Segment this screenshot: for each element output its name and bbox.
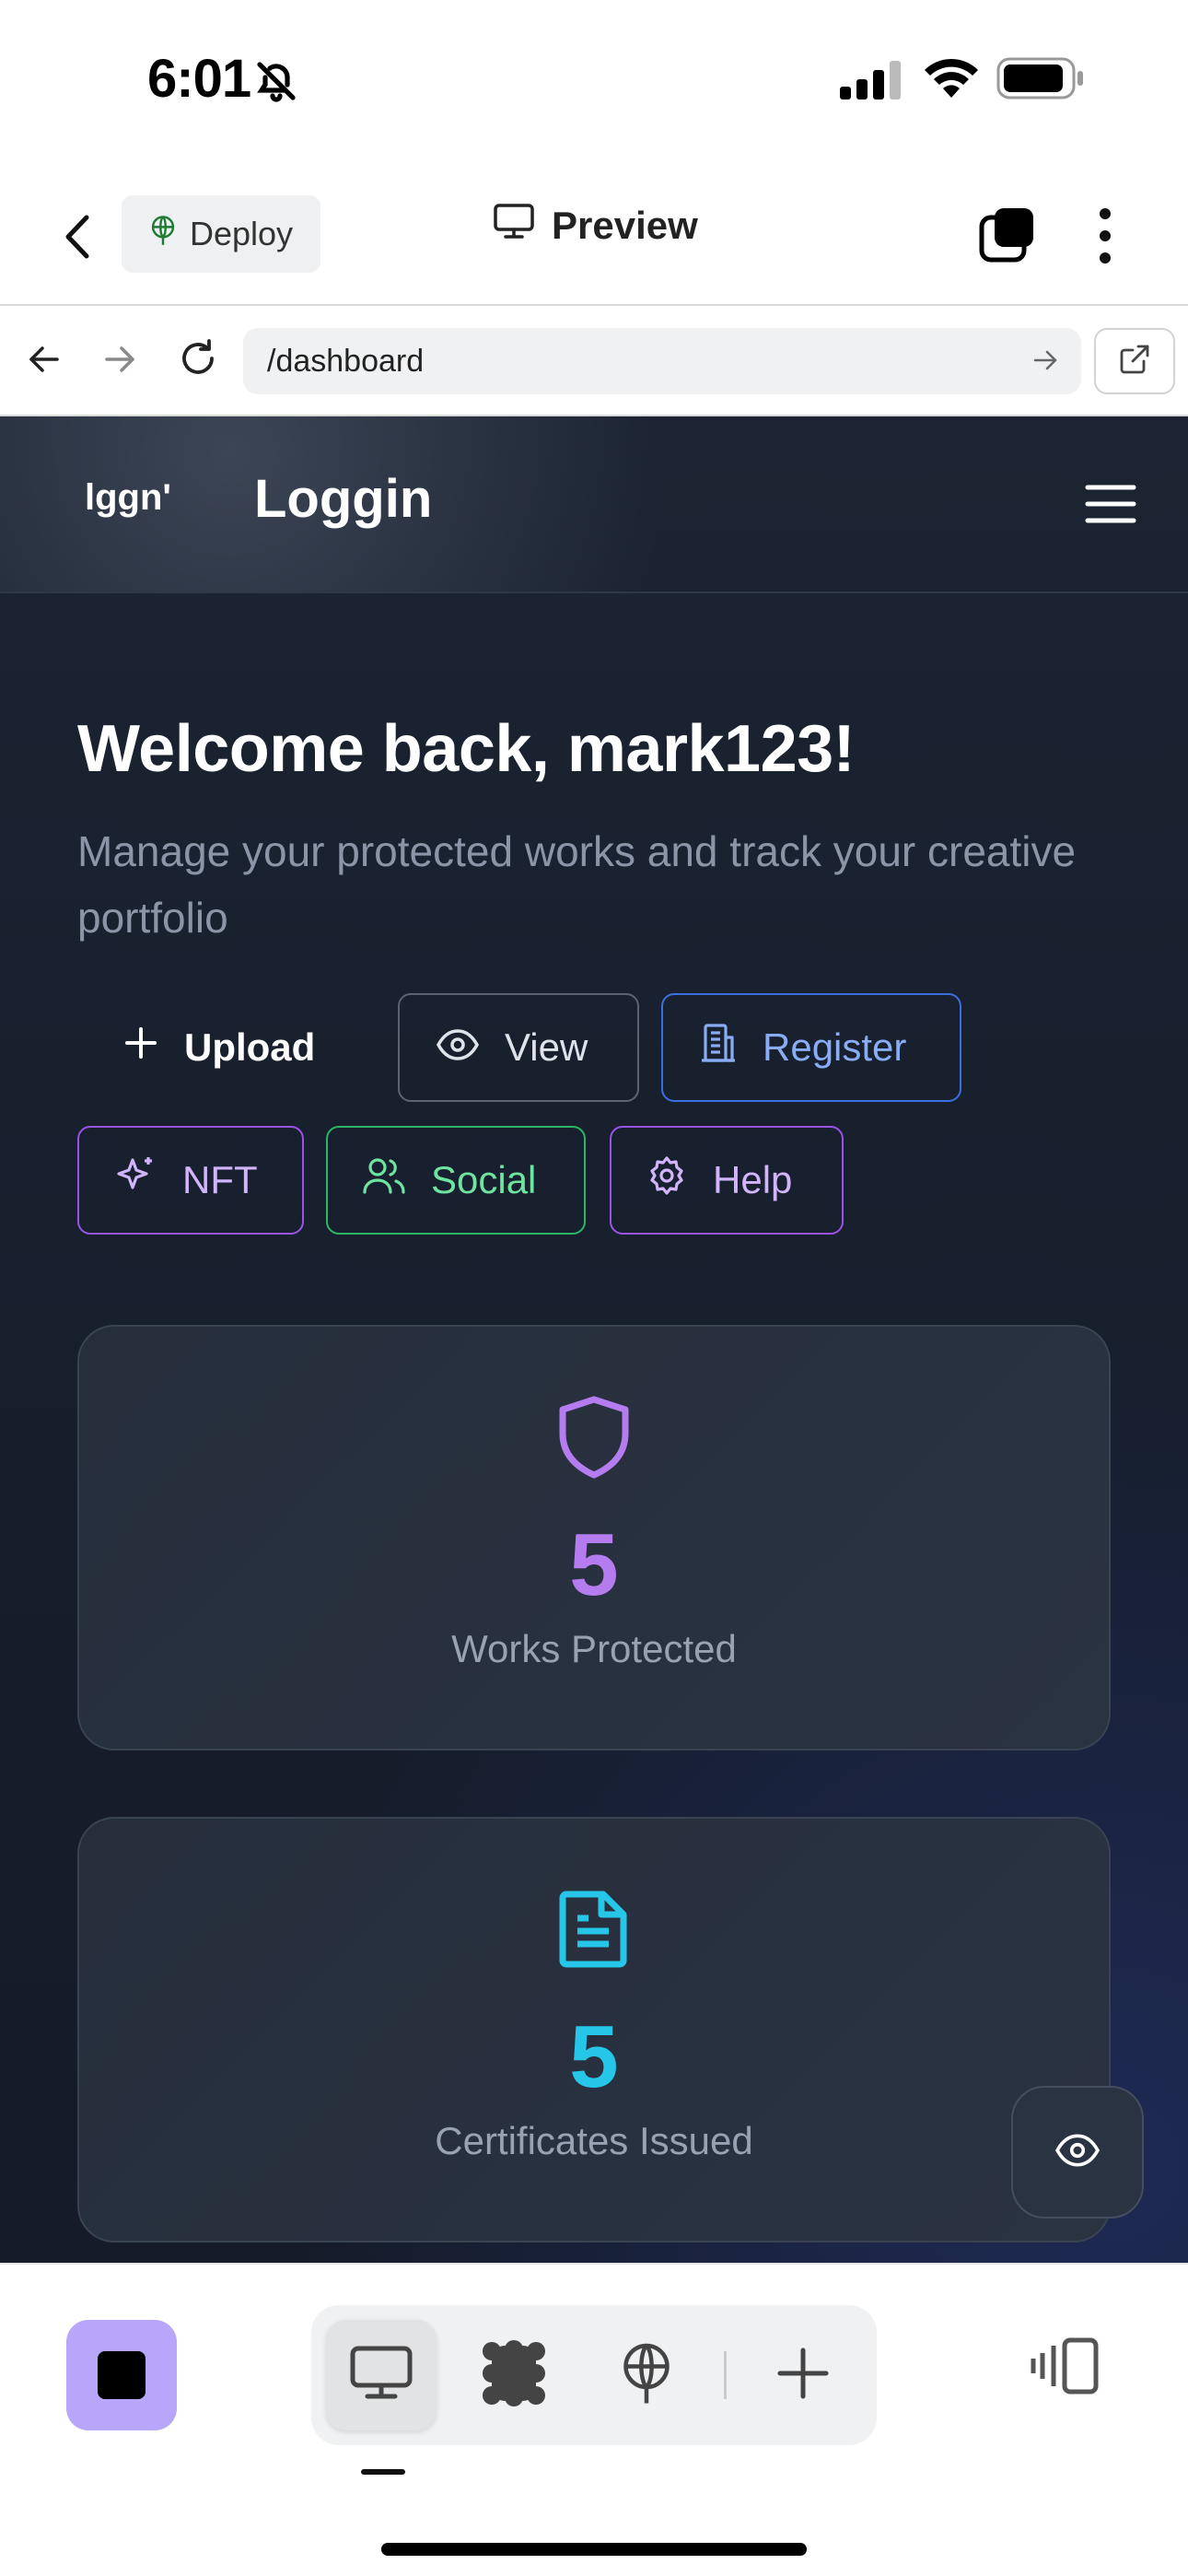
floating-preview-button[interactable] — [1011, 2086, 1144, 2219]
site-header: lggn' Loggin — [0, 416, 1188, 593]
social-label: Social — [431, 1158, 537, 1201]
add-tab-button[interactable] — [748, 2320, 858, 2430]
browser-url-bar: /dashboard — [0, 304, 1188, 416]
nft-button[interactable]: NFT — [77, 1126, 304, 1235]
deploy-button[interactable]: Deploy — [122, 195, 320, 273]
go-arrow-icon[interactable] — [1031, 346, 1059, 382]
bell-muted-icon — [254, 59, 298, 108]
stat-label: Works Protected — [451, 1627, 737, 1670]
more-vertical-icon[interactable] — [1096, 206, 1114, 270]
register-label: Register — [763, 1025, 907, 1069]
cellular-signal-icon — [840, 59, 906, 104]
monitor-icon — [493, 203, 535, 249]
sparkles-icon — [114, 1154, 157, 1206]
logo-mark[interactable]: lggn' — [85, 477, 171, 519]
stop-square-icon — [98, 2351, 146, 2399]
app-toolbar: Deploy Preview — [0, 166, 1188, 304]
deploy-mode-tab[interactable] — [591, 2320, 702, 2430]
open-external-button[interactable] — [1094, 328, 1175, 394]
building-icon — [700, 1023, 737, 1072]
stat-label: Certificates Issued — [435, 2119, 753, 2162]
users-icon — [363, 1157, 405, 1203]
preview-mode-tab[interactable] — [326, 2320, 437, 2430]
shield-icon — [555, 1395, 633, 1484]
active-tab-indicator — [361, 2469, 405, 2475]
stat-value: 5 — [569, 1516, 619, 1614]
globe-pin-icon — [619, 2340, 674, 2411]
plus-icon — [123, 1025, 158, 1070]
preview-label: Preview — [552, 204, 698, 247]
reload-icon[interactable] — [177, 337, 219, 384]
stat-card-certificates-issued: 5 Certificates Issued — [77, 1817, 1111, 2242]
gear-icon — [646, 1155, 687, 1205]
view-mode-switcher — [311, 2305, 877, 2445]
home-indicator — [381, 2543, 807, 2556]
plus-icon — [776, 2347, 830, 2405]
back-chevron-icon[interactable] — [55, 205, 101, 269]
social-button[interactable]: Social — [326, 1126, 586, 1235]
view-button[interactable]: View — [398, 993, 639, 1102]
help-label: Help — [713, 1158, 793, 1201]
register-button[interactable]: Register — [661, 993, 961, 1102]
globe-pin-icon — [149, 215, 177, 254]
document-icon — [555, 1887, 633, 1976]
upload-label: Upload — [184, 1025, 316, 1069]
nft-label: NFT — [182, 1158, 258, 1201]
grid-blob-icon — [479, 2338, 549, 2413]
stat-card-works-protected: 5 Works Protected — [77, 1325, 1111, 1751]
welcome-subtitle: Manage your protected works and track yo… — [77, 827, 1077, 942]
stop-button[interactable] — [66, 2320, 177, 2430]
url-input[interactable]: /dashboard — [243, 328, 1081, 394]
tabs-icon[interactable] — [978, 205, 1037, 268]
help-button[interactable]: Help — [610, 1126, 844, 1235]
arrow-left-icon[interactable] — [26, 341, 63, 382]
eye-icon — [437, 1025, 479, 1070]
workflow-mode-tab[interactable] — [459, 2320, 569, 2430]
status-bar: 6:01 — [0, 0, 1188, 157]
web-page: lggn' Loggin Welcome back, mark123! Mana… — [0, 416, 1188, 2263]
arrow-right-icon[interactable] — [101, 341, 138, 382]
upload-button[interactable]: Upload — [77, 993, 365, 1102]
status-time: 6:01 — [147, 49, 251, 109]
external-link-icon — [1118, 343, 1151, 381]
hamburger-menu-icon[interactable] — [1085, 483, 1136, 530]
divider — [724, 2351, 727, 2399]
welcome-heading: Welcome back, mark123! — [77, 712, 856, 786]
battery-icon — [996, 57, 1085, 104]
monitor-icon — [349, 2345, 413, 2406]
deploy-label: Deploy — [190, 215, 294, 252]
eye-icon — [1055, 2134, 1100, 2172]
bottom-toolbar — [0, 2263, 1188, 2576]
device-switch-icon[interactable] — [1030, 2336, 1100, 2400]
logo-text[interactable]: Loggin — [254, 468, 432, 530]
view-label: View — [505, 1025, 588, 1069]
preview-title: Preview — [493, 203, 698, 249]
wifi-icon — [923, 55, 980, 104]
url-text: /dashboard — [267, 343, 425, 379]
stat-value: 5 — [569, 2008, 619, 2106]
